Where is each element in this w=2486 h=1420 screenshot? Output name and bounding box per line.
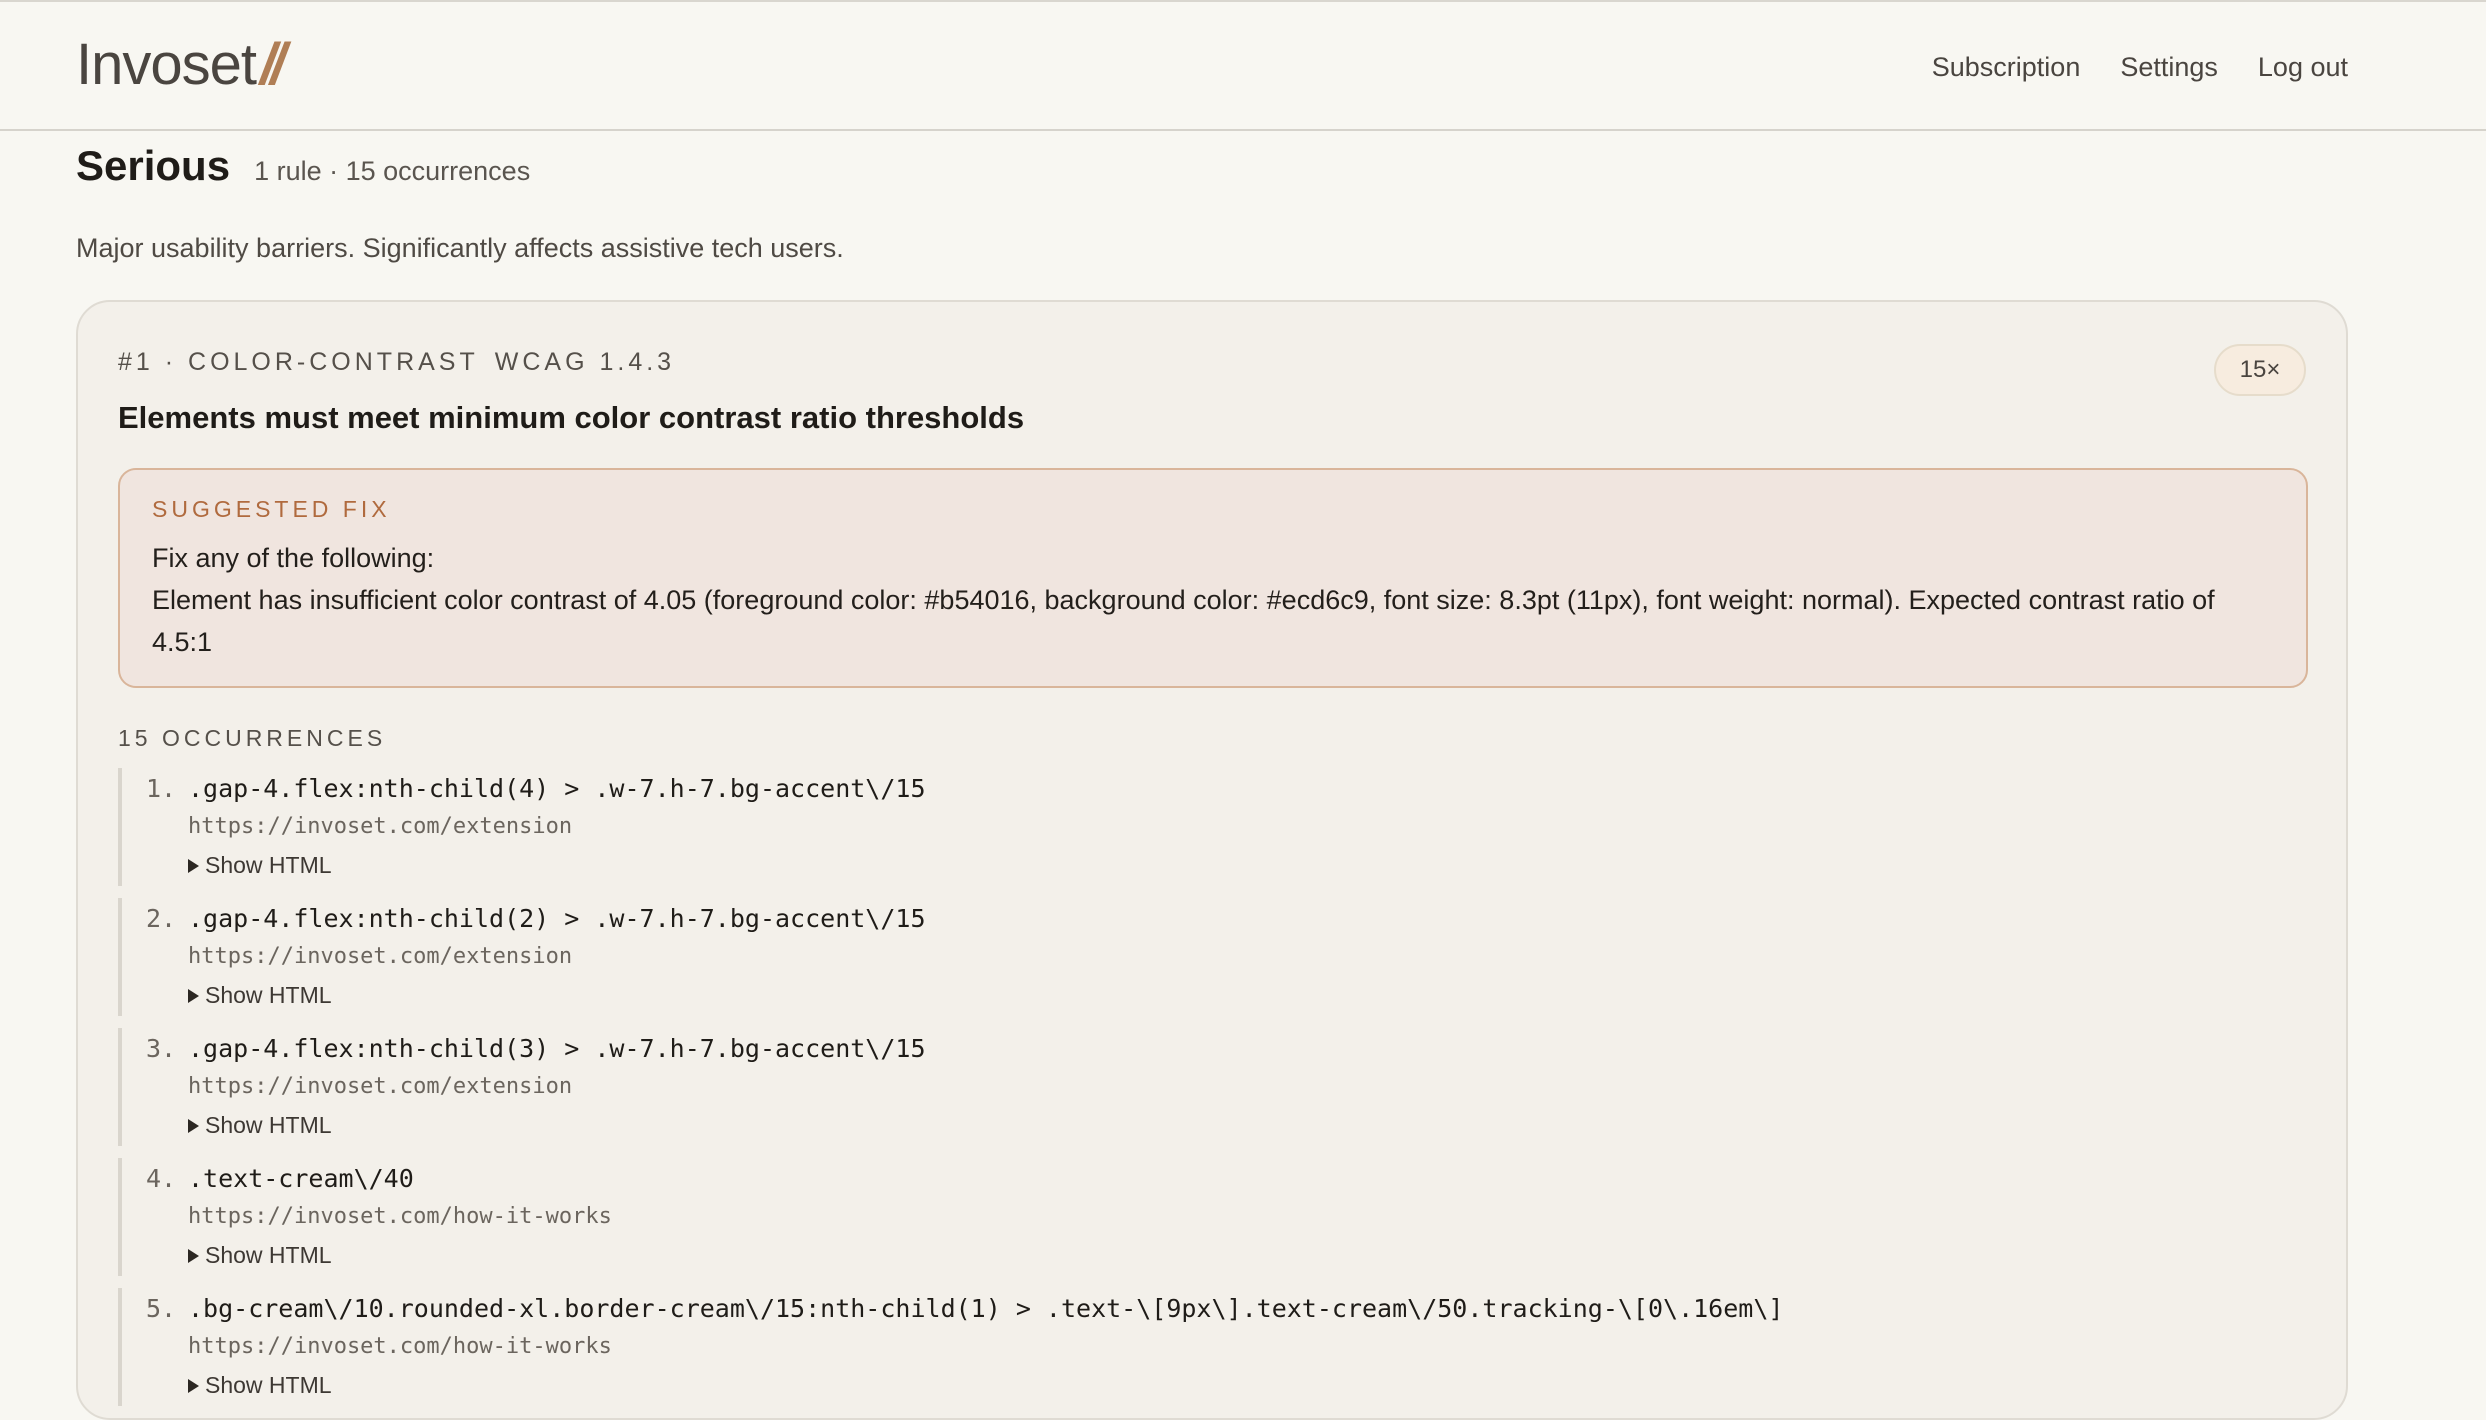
show-html-toggle[interactable]: Show HTML: [188, 1112, 332, 1139]
section-header: Serious 1 rule · 15 occurrences: [76, 142, 530, 190]
suggested-fix-intro: Fix any of the following:: [152, 543, 435, 573]
rule-id: #1 · COLOR-CONTRAST WCAG 1.4.3: [118, 348, 675, 377]
section-title: Serious: [76, 142, 231, 189]
occurrence-url: https://invoset.com/extension: [188, 814, 573, 839]
nav-settings-link[interactable]: Settings: [2120, 52, 2218, 83]
occurrence-selector: .gap-4.flex:nth-child(2) > .w-7.h-7.bg-a…: [188, 904, 926, 933]
top-bar: Invoset// Subscription Settings Log out: [0, 0, 2486, 131]
show-html-label: Show HTML: [205, 852, 332, 878]
suggested-fix-box: SUGGESTED FIX Fix any of the following: …: [118, 468, 2308, 688]
occurrence-item: 4. .text-cream\/40 https://invoset.com/h…: [118, 1158, 2308, 1276]
show-html-label: Show HTML: [205, 1112, 332, 1138]
occurrence-url: https://invoset.com/extension: [188, 1074, 573, 1099]
show-html-label: Show HTML: [205, 982, 332, 1008]
rule-title: Elements must meet minimum color contras…: [118, 400, 1025, 435]
section-meta: 1 rule · 15 occurrences: [254, 156, 531, 186]
show-html-label: Show HTML: [205, 1242, 332, 1268]
suggested-fix-label: SUGGESTED FIX: [152, 496, 391, 522]
occurrence-url: https://invoset.com/how-it-works: [188, 1334, 612, 1359]
disclosure-triangle-icon: [188, 1118, 199, 1133]
suggested-fix-detail: Element has insufficient color contrast …: [152, 585, 2215, 657]
section-description: Major usability barriers. Significantly …: [76, 233, 844, 263]
occurrence-item: 2. .gap-4.flex:nth-child(2) > .w-7.h-7.b…: [118, 898, 2308, 1016]
occurrence-selector: .bg-cream\/10.rounded-xl.border-cream\/1…: [188, 1294, 1784, 1323]
occurrence-item: 1. .gap-4.flex:nth-child(4) > .w-7.h-7.b…: [118, 768, 2308, 886]
nav-logout-link[interactable]: Log out: [2258, 52, 2348, 83]
occurrence-number: 3.: [146, 1034, 177, 1063]
show-html-toggle[interactable]: Show HTML: [188, 852, 332, 879]
occurrence-url: https://invoset.com/how-it-works: [188, 1204, 612, 1229]
show-html-toggle[interactable]: Show HTML: [188, 982, 332, 1009]
show-html-toggle[interactable]: Show HTML: [188, 1242, 332, 1269]
rule-id-label: #1 · COLOR-CONTRAST: [118, 348, 479, 376]
main-nav: Subscription Settings Log out: [1932, 52, 2348, 83]
show-html-label: Show HTML: [205, 1372, 332, 1398]
occurrence-number: 4.: [146, 1164, 177, 1193]
logo-mark: //: [260, 32, 286, 97]
show-html-toggle[interactable]: Show HTML: [188, 1372, 332, 1399]
occurrence-item: 3. .gap-4.flex:nth-child(3) > .w-7.h-7.b…: [118, 1028, 2308, 1146]
rule-card: #1 · COLOR-CONTRAST WCAG 1.4.3 15× Elemen…: [76, 300, 2348, 1420]
disclosure-triangle-icon: [188, 1378, 199, 1393]
disclosure-triangle-icon: [188, 858, 199, 873]
disclosure-triangle-icon: [188, 1248, 199, 1263]
occurrence-selector: .gap-4.flex:nth-child(4) > .w-7.h-7.bg-a…: [188, 774, 926, 803]
occurrence-number: 1.: [146, 774, 177, 803]
disclosure-triangle-icon: [188, 988, 199, 1003]
occurrence-number: 2.: [146, 904, 177, 933]
wcag-reference: WCAG 1.4.3: [494, 348, 676, 376]
occurrence-selector: .text-cream\/40: [188, 1164, 414, 1193]
occurrence-selector: .gap-4.flex:nth-child(3) > .w-7.h-7.bg-a…: [188, 1034, 926, 1063]
occurrences-label: 15 OCCURRENCES: [118, 725, 387, 751]
occurrences-list: 1. .gap-4.flex:nth-child(4) > .w-7.h-7.b…: [118, 768, 2308, 1418]
logo[interactable]: Invoset//: [76, 36, 286, 94]
nav-subscription-link[interactable]: Subscription: [1932, 52, 2081, 83]
occurrence-item: 5. .bg-cream\/10.rounded-xl.border-cream…: [118, 1288, 2308, 1406]
logo-text: Invoset: [76, 32, 257, 97]
occurrence-url: https://invoset.com/extension: [188, 944, 573, 969]
occurrence-count-badge: 15×: [2214, 344, 2306, 396]
occurrence-number: 5.: [146, 1294, 177, 1323]
